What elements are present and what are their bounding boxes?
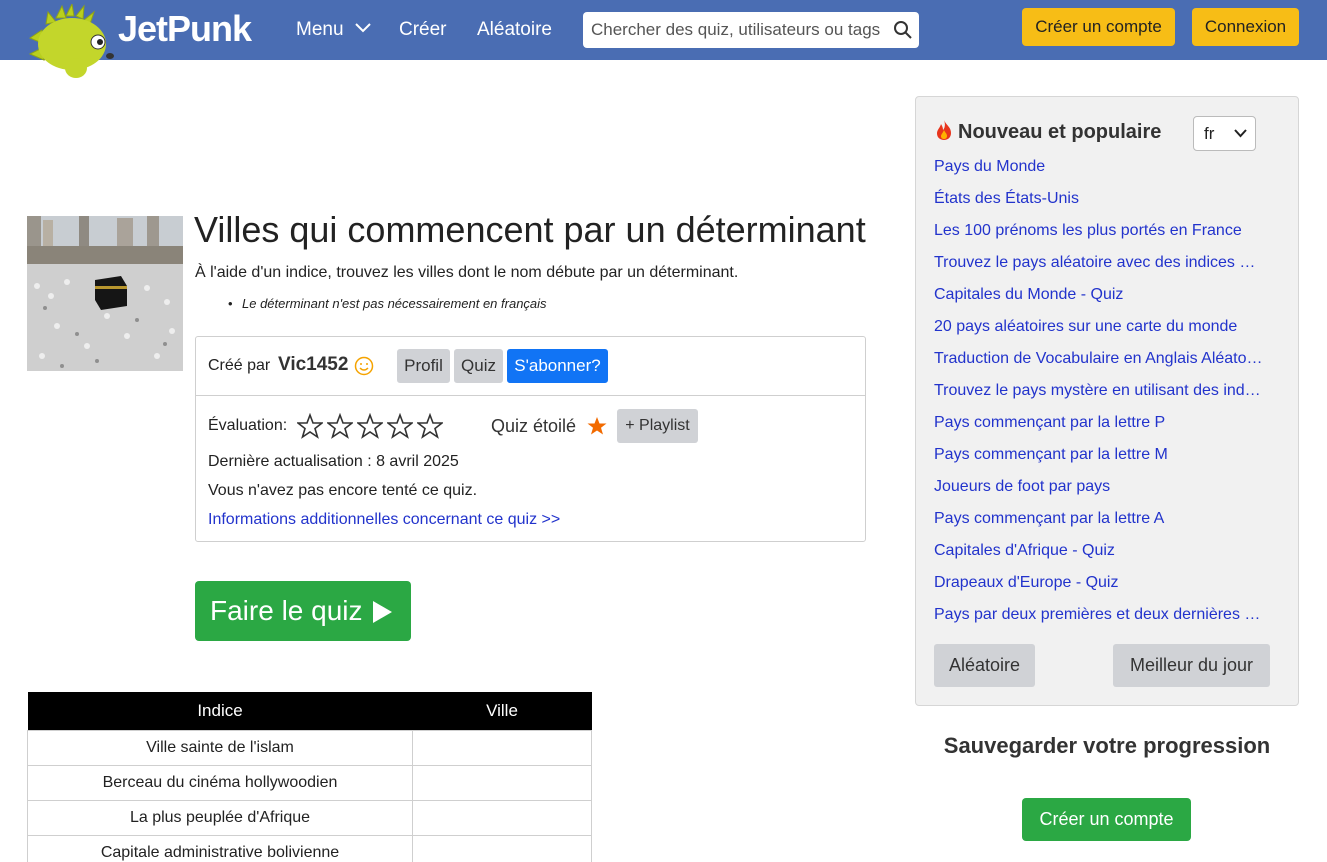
language-select[interactable]: fr [1193,116,1256,151]
list-item[interactable]: Joueurs de foot par pays [934,475,1282,507]
clue-cell: La plus peuplée d'Afrique [27,799,413,836]
list-item[interactable]: Capitales du Monde - Quiz [934,283,1282,315]
quiz-info-box: Créé par Vic1452 Profil Quiz S'abonner? … [195,336,866,542]
quiz-note: Le déterminant n'est pas nécessairement … [228,296,547,311]
nav-menu[interactable]: Menu [296,19,371,41]
add-to-playlist-button[interactable]: + Playlist [617,409,698,443]
list-item[interactable]: Pays par deux premières et deux dernière… [934,603,1282,635]
table-header-row: Indice Ville [27,692,592,730]
answer-cell [412,799,592,836]
star-outline-icon[interactable] [327,413,353,439]
clue-cell: Capitale administrative bolivienne [27,834,413,862]
list-item[interactable]: Pays du Monde [934,155,1282,187]
answer-cell [412,834,592,862]
star-outline-icon[interactable] [387,413,413,439]
play-icon [372,601,392,623]
list-item[interactable]: Capitales d'Afrique - Quiz [934,539,1282,571]
sidebar-title-text: Nouveau et populaire [958,121,1162,143]
table-row: Ville sainte de l'islam [27,729,592,766]
star-outline-icon[interactable] [357,413,383,439]
chevron-down-icon [1234,129,1247,138]
rating-label: Évaluation: [208,417,288,434]
create-account-button[interactable]: Créer un compte [1022,798,1191,841]
login-button[interactable]: Connexion [1192,8,1299,46]
quiz-thumbnail-image [27,216,183,371]
more-info-link[interactable]: Informations additionnelles concernant c… [208,511,560,529]
list-item[interactable]: Trouvez le pays aléatoire avec des indic… [934,251,1282,283]
smiley-icon [354,356,374,376]
nav-random[interactable]: Aléatoire [477,19,552,41]
nav-create[interactable]: Créer [399,19,447,41]
take-quiz-button[interactable]: Faire le quiz [195,581,411,641]
attempt-status: Vous n'avez pas encore tenté ce quiz. [208,482,478,499]
starred-quiz-label: Quiz étoilé [491,416,577,436]
popular-quiz-list: Pays du Monde États des États-Unis Les 1… [934,155,1282,635]
popular-sidebar: Nouveau et populaire fr Pays du Monde Ét… [915,96,1299,706]
table-row: Capitale administrative bolivienne [27,834,592,862]
star-outline-icon[interactable] [417,413,443,439]
list-item[interactable]: Les 100 prénoms les plus portés en Franc… [934,219,1282,251]
nav-menu-label: Menu [296,19,344,40]
save-progress-title: Sauvegarder votre progression [943,733,1271,758]
best-of-day-button[interactable]: Meilleur du jour [1113,644,1270,687]
clue-cell: Berceau du cinéma hollywoodien [27,764,413,801]
list-item[interactable]: Trouvez le pays mystère en utilisant des… [934,379,1282,411]
search-box [583,12,919,48]
logo-text[interactable]: JetPunk [118,8,252,50]
take-quiz-label: Faire le quiz [210,595,363,626]
rating-stars [297,413,447,439]
sidebar-title: Nouveau et populaire [934,119,1161,144]
author-quizzes-button[interactable]: Quiz [454,349,503,383]
profile-button[interactable]: Profil [397,349,450,383]
clue-cell: Ville sainte de l'islam [27,729,413,766]
star-outline-icon[interactable] [297,413,323,439]
language-select-value: fr [1204,124,1215,143]
chevron-down-icon [355,23,371,33]
jetpunk-fish-logo-icon[interactable] [26,4,118,80]
table-header-city: Ville [412,692,592,730]
last-updated: Dernière actualisation : 8 avril 2025 [208,453,459,470]
top-navbar: JetPunk Menu Créer Aléatoire Créer un co… [0,0,1327,78]
quiz-table: Indice Ville Ville sainte de l'islam Ber… [27,692,592,862]
table-header-clue: Indice [27,692,413,730]
search-input[interactable] [583,12,883,48]
fire-icon [937,120,951,140]
table-row: La plus peuplée d'Afrique [27,799,592,836]
created-by-label: Créé par [208,357,271,374]
subscribe-button[interactable]: S'abonner? [507,349,608,383]
table-row: Berceau du cinéma hollywoodien [27,764,592,801]
quiz-description: À l'aide d'un indice, trouvez les villes… [195,264,739,281]
list-item[interactable]: Drapeaux d'Europe - Quiz [934,571,1282,603]
search-icon[interactable] [893,20,913,40]
list-item[interactable]: 20 pays aléatoires sur une carte du mond… [934,315,1282,347]
random-quiz-button[interactable]: Aléatoire [934,644,1035,687]
quiz-title: Villes qui commencent par un déterminant [194,209,866,250]
author-link[interactable]: Vic1452 [278,354,348,376]
list-item[interactable]: États des États-Unis [934,187,1282,219]
list-item[interactable]: Pays commençant par la lettre P [934,411,1282,443]
divider [196,395,865,396]
answer-cell [412,729,592,766]
answer-cell [412,764,592,801]
list-item[interactable]: Pays commençant par la lettre A [934,507,1282,539]
list-item[interactable]: Pays commençant par la lettre M [934,443,1282,475]
star-filled-icon [587,417,607,435]
list-item[interactable]: Traduction de Vocabulaire en Anglais Alé… [934,347,1282,379]
register-button[interactable]: Créer un compte [1022,8,1175,46]
